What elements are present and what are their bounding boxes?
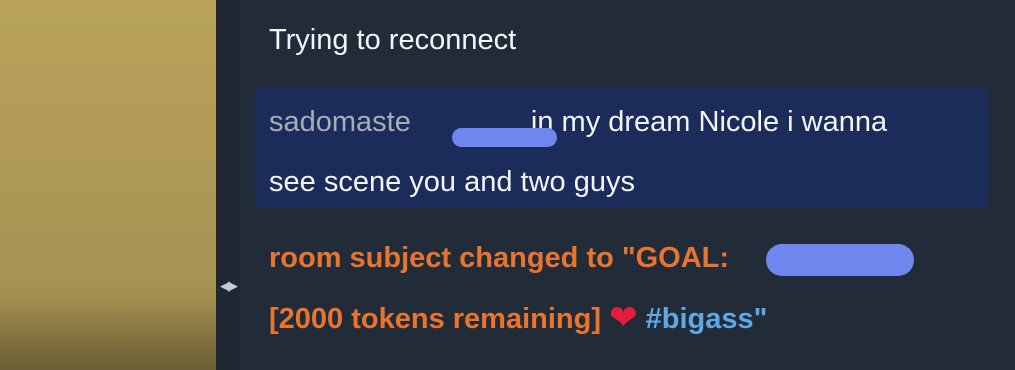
video-shade <box>0 300 216 370</box>
message-text-line1: in my dream Nicole i wanna <box>530 106 888 138</box>
message-text-line2: see scene you and two guys <box>269 166 635 198</box>
chat-message-highlighted: sadomaste in my dream Nicole i wanna see… <box>255 88 989 208</box>
notice-line1: room subject changed to "GOAL: <box>269 242 730 274</box>
panel-splitter[interactable]: ◀▶ <box>216 0 240 370</box>
video-preview <box>0 0 216 370</box>
resize-handle-icon[interactable]: ◀▶ <box>216 276 240 296</box>
chat-username[interactable]: sadomaste <box>269 106 557 147</box>
chat-panel: Trying to reconnect sadomaste in my drea… <box>240 0 1015 370</box>
room-subject-notice: room subject changed to "GOAL: [2000 tok… <box>269 228 989 349</box>
notice-line2: [2000 tokens remaining] <box>269 303 601 335</box>
goal-redaction <box>766 244 914 276</box>
heart-icon: ❤ <box>609 299 638 337</box>
username-redaction <box>452 128 557 147</box>
hashtag-link[interactable]: #bigass" <box>646 303 768 335</box>
username-text[interactable]: sadomaste <box>269 106 411 138</box>
chat-message-body: sadomaste in my dream Nicole i wanna see… <box>269 92 975 212</box>
system-message: Trying to reconnect <box>269 24 517 56</box>
